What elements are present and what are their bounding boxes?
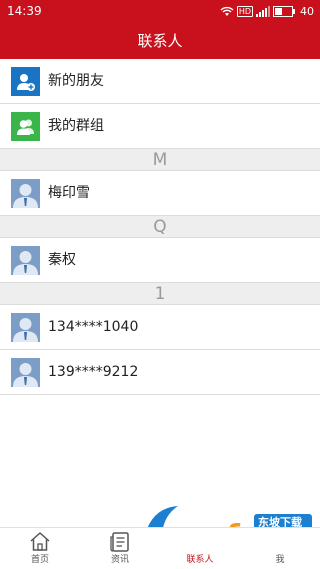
contact-name: 梅印雪 <box>48 185 90 201</box>
nav-news[interactable]: 资讯 <box>80 528 160 569</box>
avatar-icon <box>11 179 40 208</box>
my-groups-label: 我的群组 <box>48 118 104 134</box>
contact-list: 新的朋友 我的群组 M 梅印雪 Q 秦权 1 134****1040 139**… <box>0 59 320 395</box>
page-title: 联系人 <box>137 32 183 50</box>
avatar-icon <box>11 313 40 342</box>
contact-row[interactable]: 139****9212 <box>0 350 320 395</box>
nav-contacts[interactable]: 联系人 <box>160 528 240 569</box>
contact-row[interactable]: 梅印雪 <box>0 171 320 216</box>
nav-news-label: 资讯 <box>110 555 129 565</box>
title-bar: 联系人 <box>0 24 320 59</box>
new-friends-item[interactable]: 新的朋友 <box>0 59 320 104</box>
contact-name: 139****9212 <box>48 364 139 380</box>
contact-name: 134****1040 <box>48 319 139 335</box>
status-bar: 14:39 HD 40 <box>0 0 320 24</box>
nav-contacts-label: 联系人 <box>186 555 214 565</box>
section-header-m: M <box>0 149 320 171</box>
contact-name: 秦权 <box>48 252 76 268</box>
group-icon <box>11 112 40 141</box>
battery-level: 40 <box>300 4 314 18</box>
avatar-icon <box>11 358 40 387</box>
home-icon <box>30 532 50 551</box>
hd-badge: HD <box>236 6 253 17</box>
section-header-1: 1 <box>0 283 320 305</box>
wifi-icon <box>220 6 234 16</box>
section-header-q: Q <box>0 216 320 238</box>
nav-home[interactable]: 首页 <box>0 528 80 569</box>
news-icon <box>110 532 129 552</box>
nav-home-label: 首页 <box>30 555 49 565</box>
add-user-icon <box>11 67 40 96</box>
my-groups-item[interactable]: 我的群组 <box>0 104 320 149</box>
battery-icon <box>273 6 295 17</box>
contact-row[interactable]: 134****1040 <box>0 305 320 350</box>
nav-me-label: 我 <box>275 555 285 565</box>
status-time: 14:39 <box>7 4 42 18</box>
bottom-nav: 首页 资讯 联系人 我 <box>0 527 320 569</box>
nav-me[interactable]: 我 <box>240 528 320 569</box>
avatar-icon <box>11 246 40 275</box>
new-friends-label: 新的朋友 <box>48 73 104 89</box>
signal-icon <box>256 6 270 17</box>
contact-row[interactable]: 秦权 <box>0 238 320 283</box>
status-icons: HD 40 <box>220 4 314 19</box>
